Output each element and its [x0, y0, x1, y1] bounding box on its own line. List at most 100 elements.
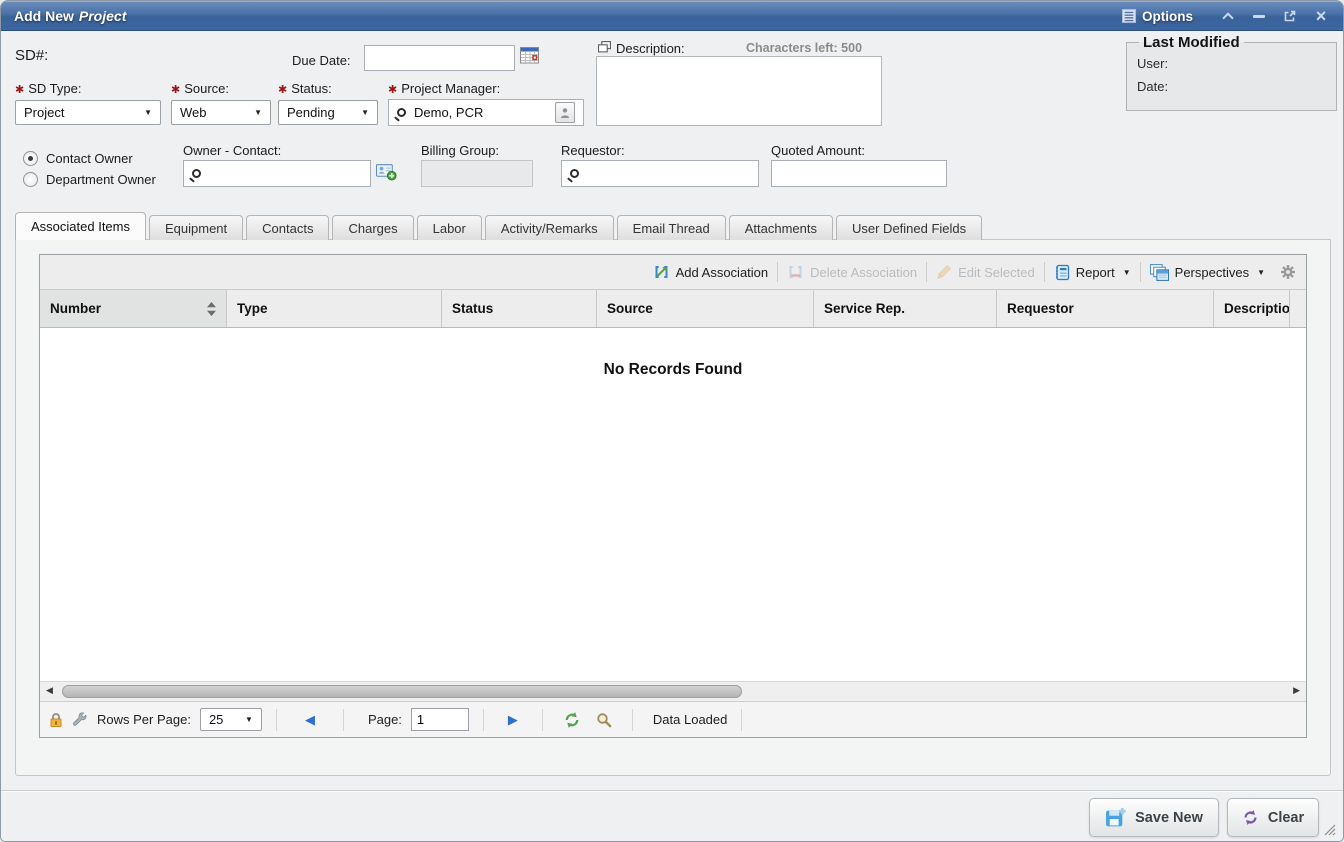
description-textarea[interactable]: [596, 56, 882, 126]
pager-separator: [276, 709, 277, 731]
radio-selected-icon: [23, 151, 38, 166]
tab-contacts[interactable]: Contacts: [246, 215, 329, 240]
lock-columns-button[interactable]: [49, 712, 63, 728]
column-header-description[interactable]: Description: [1214, 290, 1290, 327]
tab-attachments[interactable]: Attachments: [729, 215, 833, 240]
grid-toolbar: Add Association Delete Association: [40, 255, 1306, 290]
save-icon: [1105, 807, 1126, 828]
department-owner-radio[interactable]: Department Owner: [23, 172, 156, 187]
tab-strip: Associated Items Equipment Contacts Char…: [15, 212, 982, 240]
clear-icon: [1242, 809, 1259, 826]
rows-per-page-value: 25: [209, 712, 223, 727]
status-select[interactable]: Pending ▼: [278, 100, 378, 125]
tab-email-thread[interactable]: Email Thread: [617, 215, 726, 240]
tab-activity-remarks[interactable]: Activity/Remarks: [485, 215, 614, 240]
tab-charges[interactable]: Charges: [332, 215, 413, 240]
options-list-icon: [1122, 9, 1136, 23]
refresh-button[interactable]: [563, 711, 581, 729]
close-button[interactable]: ×: [1313, 8, 1329, 24]
billing-group-input: [421, 160, 533, 187]
description-popout-icon[interactable]: [598, 41, 611, 53]
tab-labor[interactable]: Labor: [417, 215, 482, 240]
perspectives-menu-button[interactable]: Perspectives ▼: [1150, 264, 1265, 281]
column-header-requestor[interactable]: Requestor: [997, 290, 1214, 327]
select-person-button[interactable]: [555, 102, 575, 123]
last-modified-group: Last Modified User: Date:: [1126, 34, 1337, 111]
wrench-icon: [72, 712, 88, 728]
save-new-button[interactable]: Save New: [1089, 798, 1219, 837]
owner-contact-field[interactable]: [183, 160, 371, 187]
pager-separator: [741, 709, 742, 731]
chevron-down-icon: ▼: [1123, 268, 1131, 277]
rows-per-page-select[interactable]: 25 ▼: [200, 708, 262, 731]
requestor-label: Requestor:: [561, 143, 625, 158]
person-icon: [560, 107, 570, 119]
collapse-button[interactable]: [1220, 8, 1236, 24]
clear-button[interactable]: Clear: [1227, 798, 1319, 837]
toolbar-separator: [1140, 262, 1141, 282]
grid-pager: Rows Per Page: 25 ▼ ◀ Page: ▶: [40, 701, 1306, 737]
grid-body: No Records Found: [40, 328, 1306, 681]
tab-equipment[interactable]: Equipment: [149, 215, 243, 240]
associations-grid: Add Association Delete Association: [39, 254, 1307, 738]
characters-left-counter: Characters left: 500: [746, 41, 862, 55]
column-header-type[interactable]: Type: [227, 290, 442, 327]
tab-associated-items[interactable]: Associated Items: [15, 212, 146, 240]
requestor-field[interactable]: [561, 160, 759, 187]
dialog-title-type: Project: [79, 8, 126, 24]
status-value: Pending: [287, 105, 335, 120]
chevron-down-icon: ▼: [246, 108, 262, 117]
sd-type-label: ✱SD Type:: [15, 81, 81, 96]
scrollbar-thumb[interactable]: [62, 685, 742, 698]
tab-panel: Add Association Delete Association: [15, 239, 1331, 776]
last-modified-date-label: Date:: [1137, 79, 1168, 94]
rows-per-page-label: Rows Per Page:: [97, 712, 191, 727]
description-label: Description:: [616, 41, 685, 56]
pager-separator: [483, 709, 484, 731]
dialog-title-prefix: Add New: [14, 8, 74, 24]
sd-number-label: SD#:: [15, 47, 48, 64]
previous-page-button[interactable]: ◀: [305, 712, 315, 728]
billing-group-label: Billing Group:: [421, 143, 499, 158]
project-manager-field[interactable]: Demo, PCR: [388, 99, 584, 126]
options-button[interactable]: Options: [1122, 9, 1193, 24]
popout-button[interactable]: [1282, 8, 1298, 24]
chevron-down-icon: ▼: [353, 108, 369, 117]
next-page-button[interactable]: ▶: [508, 712, 518, 728]
sd-type-select[interactable]: Project ▼: [15, 100, 161, 125]
scroll-right-arrow[interactable]: ▶: [1293, 685, 1300, 696]
grid-tools-button[interactable]: [72, 712, 88, 728]
page-number-input[interactable]: [411, 708, 469, 731]
tab-user-defined-fields[interactable]: User Defined Fields: [836, 215, 982, 240]
source-label: ✱Source:: [171, 81, 229, 96]
department-owner-label: Department Owner: [46, 172, 156, 187]
project-manager-value: Demo, PCR: [414, 105, 483, 120]
source-value: Web: [180, 105, 207, 120]
report-menu-button[interactable]: Report ▼: [1054, 264, 1131, 281]
quoted-amount-label: Quoted Amount:: [771, 143, 865, 158]
column-header-source[interactable]: Source: [597, 290, 814, 327]
add-contact-icon[interactable]: [376, 162, 397, 181]
contact-owner-label: Contact Owner: [46, 151, 133, 166]
source-select[interactable]: Web ▼: [171, 100, 271, 125]
gear-icon: [1280, 264, 1296, 280]
titlebar: Add New Project Options ×: [1, 1, 1343, 31]
magnifier-icon: [596, 712, 612, 728]
column-header-service-rep[interactable]: Service Rep.: [814, 290, 997, 327]
contact-owner-radio[interactable]: Contact Owner: [23, 151, 133, 166]
scroll-left-arrow[interactable]: ◀: [46, 685, 53, 696]
quoted-amount-input[interactable]: [771, 160, 947, 187]
empty-message: No Records Found: [604, 361, 743, 378]
search-records-button[interactable]: [596, 712, 612, 728]
titlebar-controls: Options ×: [1122, 1, 1329, 31]
column-header-number[interactable]: Number: [40, 290, 227, 327]
calendar-icon[interactable]: [520, 46, 539, 64]
minimize-button[interactable]: [1251, 8, 1267, 24]
grid-settings-button[interactable]: [1280, 264, 1296, 280]
last-modified-user-label: User:: [1137, 56, 1168, 71]
column-header-status[interactable]: Status: [442, 290, 597, 327]
add-association-button[interactable]: Add Association: [653, 264, 769, 280]
resize-grip[interactable]: [1324, 824, 1336, 836]
project-manager-label: ✱Project Manager:: [388, 81, 500, 96]
due-date-input[interactable]: [364, 45, 515, 71]
